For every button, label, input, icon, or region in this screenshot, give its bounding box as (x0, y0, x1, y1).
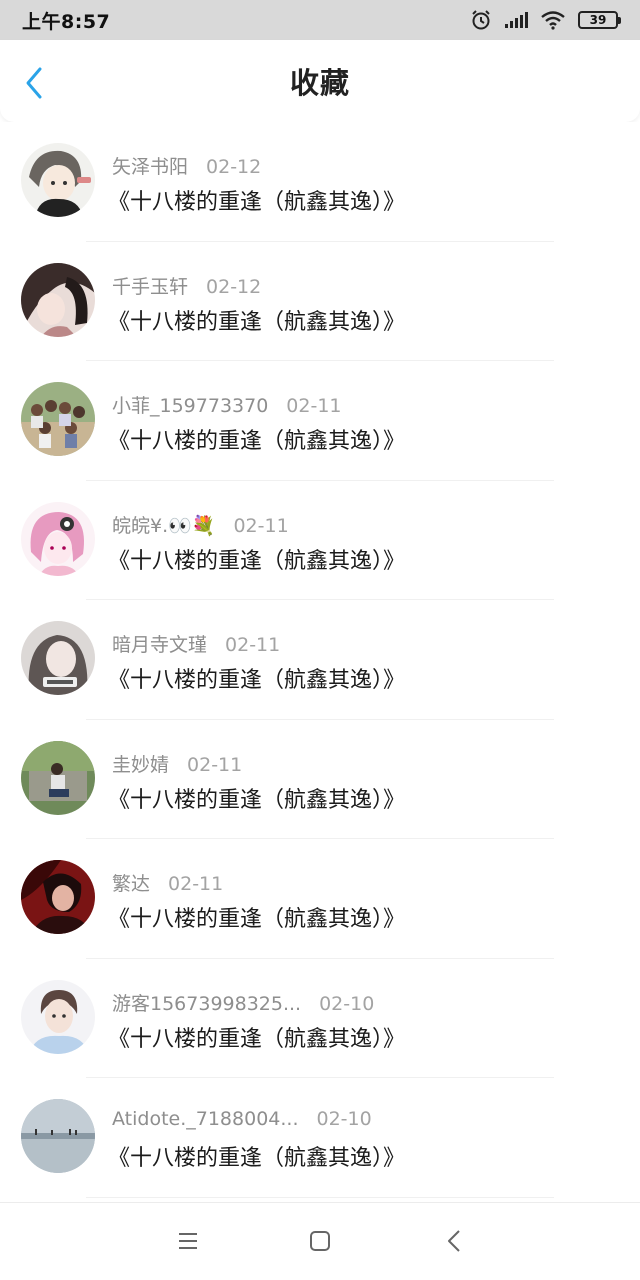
item-title: 《十八楼的重逢（航鑫其逸）》 (108, 907, 406, 932)
meta-line: 繁达 02-11 (112, 869, 223, 896)
list-item[interactable]: 千手玉轩 02-12 《十八楼的重逢（航鑫其逸）》 (0, 242, 640, 361)
item-date: 02-12 (206, 156, 262, 178)
list-item[interactable]: 小菲_159773370 02-11 《十八楼的重逢（航鑫其逸）》 (0, 361, 640, 481)
page-title: 收藏 (289, 66, 350, 100)
item-date: 02-11 (286, 395, 342, 417)
meta-line: 暗月寺文瑾 02-11 (112, 630, 280, 657)
item-date: 02-11 (225, 634, 281, 656)
list-item[interactable]: 皖皖¥.👀💐 02-11 《十八楼的重逢（航鑫其逸）》 (0, 481, 640, 600)
back-button[interactable] (20, 67, 48, 103)
user-name: 千手玉轩 (112, 275, 189, 298)
user-name: 繁达 (112, 873, 151, 895)
status-icons: 39 (470, 9, 621, 31)
user-name: 小菲_159773370 (112, 395, 269, 417)
avatar[interactable] (21, 262, 95, 337)
item-title: 《十八楼的重逢（航鑫其逸）》 (108, 429, 406, 454)
item-title: 《十八楼的重逢（航鑫其逸）》 (108, 787, 406, 813)
user-name: 皖皖¥.👀💐 (112, 514, 216, 537)
back-triangle-icon (446, 1229, 462, 1257)
item-date: 02-11 (187, 753, 243, 776)
back-nav-button[interactable] (440, 1229, 468, 1257)
home-button[interactable] (306, 1229, 334, 1257)
favorites-list: 矢泽书阳 02-12 《十八楼的重逢（航鑫其逸）》 千手玉轩 02-12 《十八楼的… (0, 122, 640, 1202)
item-date: 02-12 (206, 275, 262, 298)
user-name: 矢泽书阳 (112, 156, 189, 178)
item-date: 02-11 (233, 514, 289, 537)
meta-line: 游客15673998325... 02-10 (112, 989, 374, 1016)
item-title: 《十八楼的重逢（航鑫其逸）》 (108, 309, 406, 335)
alarm-icon (470, 9, 492, 31)
list-item[interactable]: Atidote._7188004... 02-10 《十八楼的重逢（航鑫其逸）》 (0, 1078, 640, 1198)
avatar[interactable] (21, 382, 95, 456)
user-name: Atidote._7188004... (112, 1108, 299, 1130)
item-date: 02-10 (316, 1108, 372, 1130)
user-name: 暗月寺文瑾 (112, 634, 208, 656)
item-title: 《十八楼的重逢（航鑫其逸）》 (108, 190, 406, 215)
status-bar: 上午8:57 39 (0, 0, 640, 40)
avatar[interactable] (21, 501, 95, 576)
menu-icon (177, 1231, 199, 1255)
meta-line: 皖皖¥.👀💐 02-11 (112, 511, 289, 538)
item-title: 《十八楼的重逢（航鑫其逸）》 (108, 548, 406, 574)
status-time: 上午8:57 (22, 10, 111, 33)
item-title: 《十八楼的重逢（航鑫其逸）》 (108, 1146, 406, 1171)
divider (86, 1196, 554, 1198)
user-name: 圭妙婧 (112, 753, 170, 776)
avatar[interactable] (21, 860, 95, 934)
item-date: 02-10 (319, 992, 375, 1015)
wifi-icon (540, 10, 566, 30)
avatar[interactable] (21, 143, 95, 217)
home-square-icon (309, 1230, 331, 1256)
signal-icon (504, 11, 528, 29)
menu-button[interactable] (174, 1229, 202, 1257)
avatar[interactable] (21, 979, 95, 1054)
avatar[interactable] (21, 1099, 95, 1173)
chevron-left-icon (24, 66, 44, 104)
list-item[interactable]: 暗月寺文瑾 02-11 《十八楼的重逢（航鑫其逸）》 (0, 600, 640, 720)
avatar[interactable] (21, 621, 95, 695)
meta-line: 圭妙婧 02-11 (112, 750, 242, 777)
list-item[interactable]: 游客15673998325... 02-10 《十八楼的重逢（航鑫其逸）》 (0, 959, 640, 1078)
meta-line: 矢泽书阳 02-12 (112, 152, 261, 179)
battery-icon: 39 (578, 11, 621, 29)
item-title: 《十八楼的重逢（航鑫其逸）》 (108, 668, 406, 693)
list-item[interactable]: 圭妙婧 02-11 《十八楼的重逢（航鑫其逸）》 (0, 720, 640, 839)
meta-line: 千手玉轩 02-12 (112, 272, 261, 299)
list-item[interactable]: 繁达 02-11 《十八楼的重逢（航鑫其逸）》 (0, 839, 640, 959)
system-nav-bar (0, 1202, 640, 1280)
header: 收藏 (0, 40, 640, 122)
meta-line: Atidote._7188004... 02-10 (112, 1108, 372, 1130)
item-title: 《十八楼的重逢（航鑫其逸）》 (108, 1026, 406, 1052)
avatar[interactable] (21, 740, 95, 815)
list-item[interactable]: 矢泽书阳 02-12 《十八楼的重逢（航鑫其逸）》 (0, 122, 640, 242)
meta-line: 小菲_159773370 02-11 (112, 391, 342, 418)
user-name: 游客15673998325... (112, 992, 302, 1015)
item-date: 02-11 (168, 873, 224, 895)
